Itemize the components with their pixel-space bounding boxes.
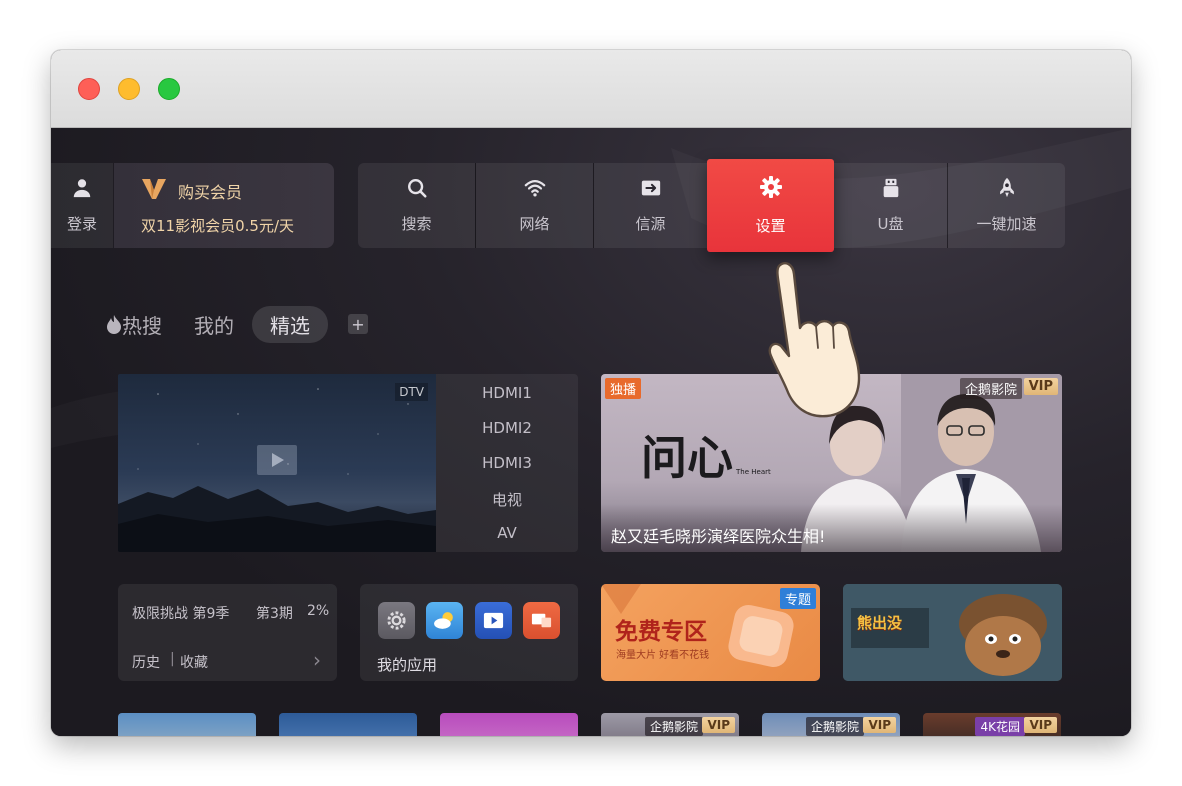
app-window: 登录 购买会员 双11影视会员0.5元/天 搜索 网络 信源 U盘 一键加速 设… (51, 50, 1131, 736)
input-source-icon (641, 180, 660, 196)
history-separator: | (170, 651, 175, 667)
bottom-vip-badge-1: VIP (702, 717, 735, 733)
free-zone-subtitle: 海量大片 好看不花钱 (616, 650, 710, 661)
dtv-tag: DTV (395, 383, 428, 401)
banner-logo-text: 问心 (641, 431, 733, 485)
category-tabs: 热搜 我的 精选 + (106, 305, 368, 343)
usb-drive-label: U盘 (877, 215, 904, 233)
tv-home-screen: 登录 购买会员 双11影视会员0.5元/天 搜索 网络 信源 U盘 一键加速 设… (51, 128, 1131, 736)
my-apps-label: 我的应用 (377, 656, 438, 674)
speed-boost-label: 一键加速 (976, 215, 1037, 233)
tab-hot-label: 热搜 (122, 313, 162, 338)
settings-app-icon[interactable] (378, 602, 415, 639)
usb-drive-button[interactable]: U盘 (834, 163, 947, 248)
add-tab-label: + (351, 314, 365, 334)
gear-icon (759, 176, 782, 198)
search-icon (407, 179, 427, 198)
bottom-tile-2[interactable] (279, 713, 417, 736)
screen-cast-app-icon[interactable] (523, 602, 560, 639)
bottom-tile-6[interactable]: 4K花园 VIP (923, 713, 1061, 736)
bottom-tile-5[interactable]: 企鹅影院 VIP (762, 713, 900, 736)
title-bar (51, 50, 1131, 128)
minimize-window-button[interactable] (118, 78, 140, 100)
live-tv-preview[interactable]: DTV (118, 374, 436, 552)
favorites-link[interactable]: 收藏 (180, 652, 208, 672)
vip-subtitle: 双11影视会员0.5元/天 (141, 217, 294, 235)
usb-drive-icon (883, 178, 898, 198)
tab-selected[interactable]: 精选 (252, 305, 328, 343)
source-hdmi3[interactable]: HDMI3 (436, 454, 578, 472)
close-window-button[interactable] (78, 78, 100, 100)
bottom-tile-1[interactable] (118, 713, 256, 736)
settings-label: 设置 (755, 217, 786, 235)
chevron-right-icon: › (313, 648, 321, 672)
input-source-label: 信源 (635, 215, 666, 233)
watch-history-card[interactable]: 极限挑战 第9季 第3期 2% 历史 | 收藏 › (118, 584, 337, 681)
input-source-button[interactable]: 信源 (594, 163, 707, 248)
maximize-window-button[interactable] (158, 78, 180, 100)
vip-badge: VIP (1023, 378, 1058, 395)
bottom-brand-badge-1: 企鹅影院 (644, 717, 703, 736)
settings-button[interactable]: 设置 (707, 159, 834, 252)
source-hdmi2[interactable]: HDMI2 (436, 419, 578, 437)
history-progress: 2% (307, 603, 330, 619)
source-av[interactable]: AV (436, 524, 578, 542)
pointing-hand-icon (768, 262, 861, 418)
bear-title: 熊出没 (857, 614, 903, 632)
tab-mine[interactable]: 我的 (194, 310, 234, 339)
vip-v-logo-icon (142, 179, 166, 199)
video-player-app-icon[interactable] (475, 602, 512, 639)
network-label: 网络 (519, 215, 550, 233)
topic-badge: 专题 (779, 588, 816, 609)
history-show-title: 极限挑战 第9季 (132, 606, 230, 622)
bottom-vip-badge-2: VIP (863, 717, 896, 733)
animation-card[interactable]: 熊出没 (843, 584, 1062, 681)
bottom-brand-badge-2: 企鹅影院 (805, 717, 864, 736)
exclusive-badge: 独播 (605, 378, 642, 399)
source-hdmi1[interactable]: HDMI1 (436, 384, 578, 402)
banner-caption: 赵又廷毛晓彤演绎医院众生相! (611, 527, 826, 546)
free-zone-title: 免费专区 (615, 619, 707, 645)
search-label: 搜索 (401, 215, 432, 233)
tab-hot[interactable]: 热搜 (106, 310, 162, 339)
bottom-brand-badge-3: 4K花园 (975, 717, 1025, 736)
speed-boost-button[interactable]: 一键加速 (948, 163, 1065, 248)
vip-title: 购买会员 (178, 183, 243, 202)
bottom-tile-3[interactable] (440, 713, 578, 736)
add-tab-button[interactable]: + (348, 314, 368, 334)
search-button[interactable]: 搜索 (358, 163, 475, 248)
flame-icon (107, 315, 121, 334)
play-icon (257, 445, 297, 475)
brand-badge: 企鹅影院 (959, 378, 1022, 399)
rocket-icon (999, 177, 1014, 198)
weather-app-icon[interactable] (426, 602, 463, 639)
login-label: 登录 (66, 215, 97, 233)
banner-logo-sub: The Heart (735, 468, 771, 476)
source-tv[interactable]: 电视 (436, 489, 578, 510)
bottom-tile-4[interactable]: 企鹅影院 VIP (601, 713, 739, 736)
history-link[interactable]: 历史 (132, 652, 160, 672)
login-button[interactable]: 登录 (51, 163, 113, 248)
vip-purchase-card[interactable]: 购买会员 双11影视会员0.5元/天 (114, 163, 334, 248)
input-source-list: HDMI1 HDMI2 HDMI3 电视 AV (436, 374, 578, 552)
history-episode: 第3期 (256, 606, 293, 622)
tab-mine-label: 我的 (194, 313, 234, 338)
wifi-icon (524, 180, 545, 197)
network-button[interactable]: 网络 (476, 163, 593, 248)
tab-selected-label: 精选 (270, 313, 310, 338)
bottom-vip-badge-3: VIP (1024, 717, 1057, 733)
free-zone-card[interactable]: 专题 免费专区 海量大片 好看不花钱 (601, 584, 820, 681)
user-icon (73, 179, 91, 198)
